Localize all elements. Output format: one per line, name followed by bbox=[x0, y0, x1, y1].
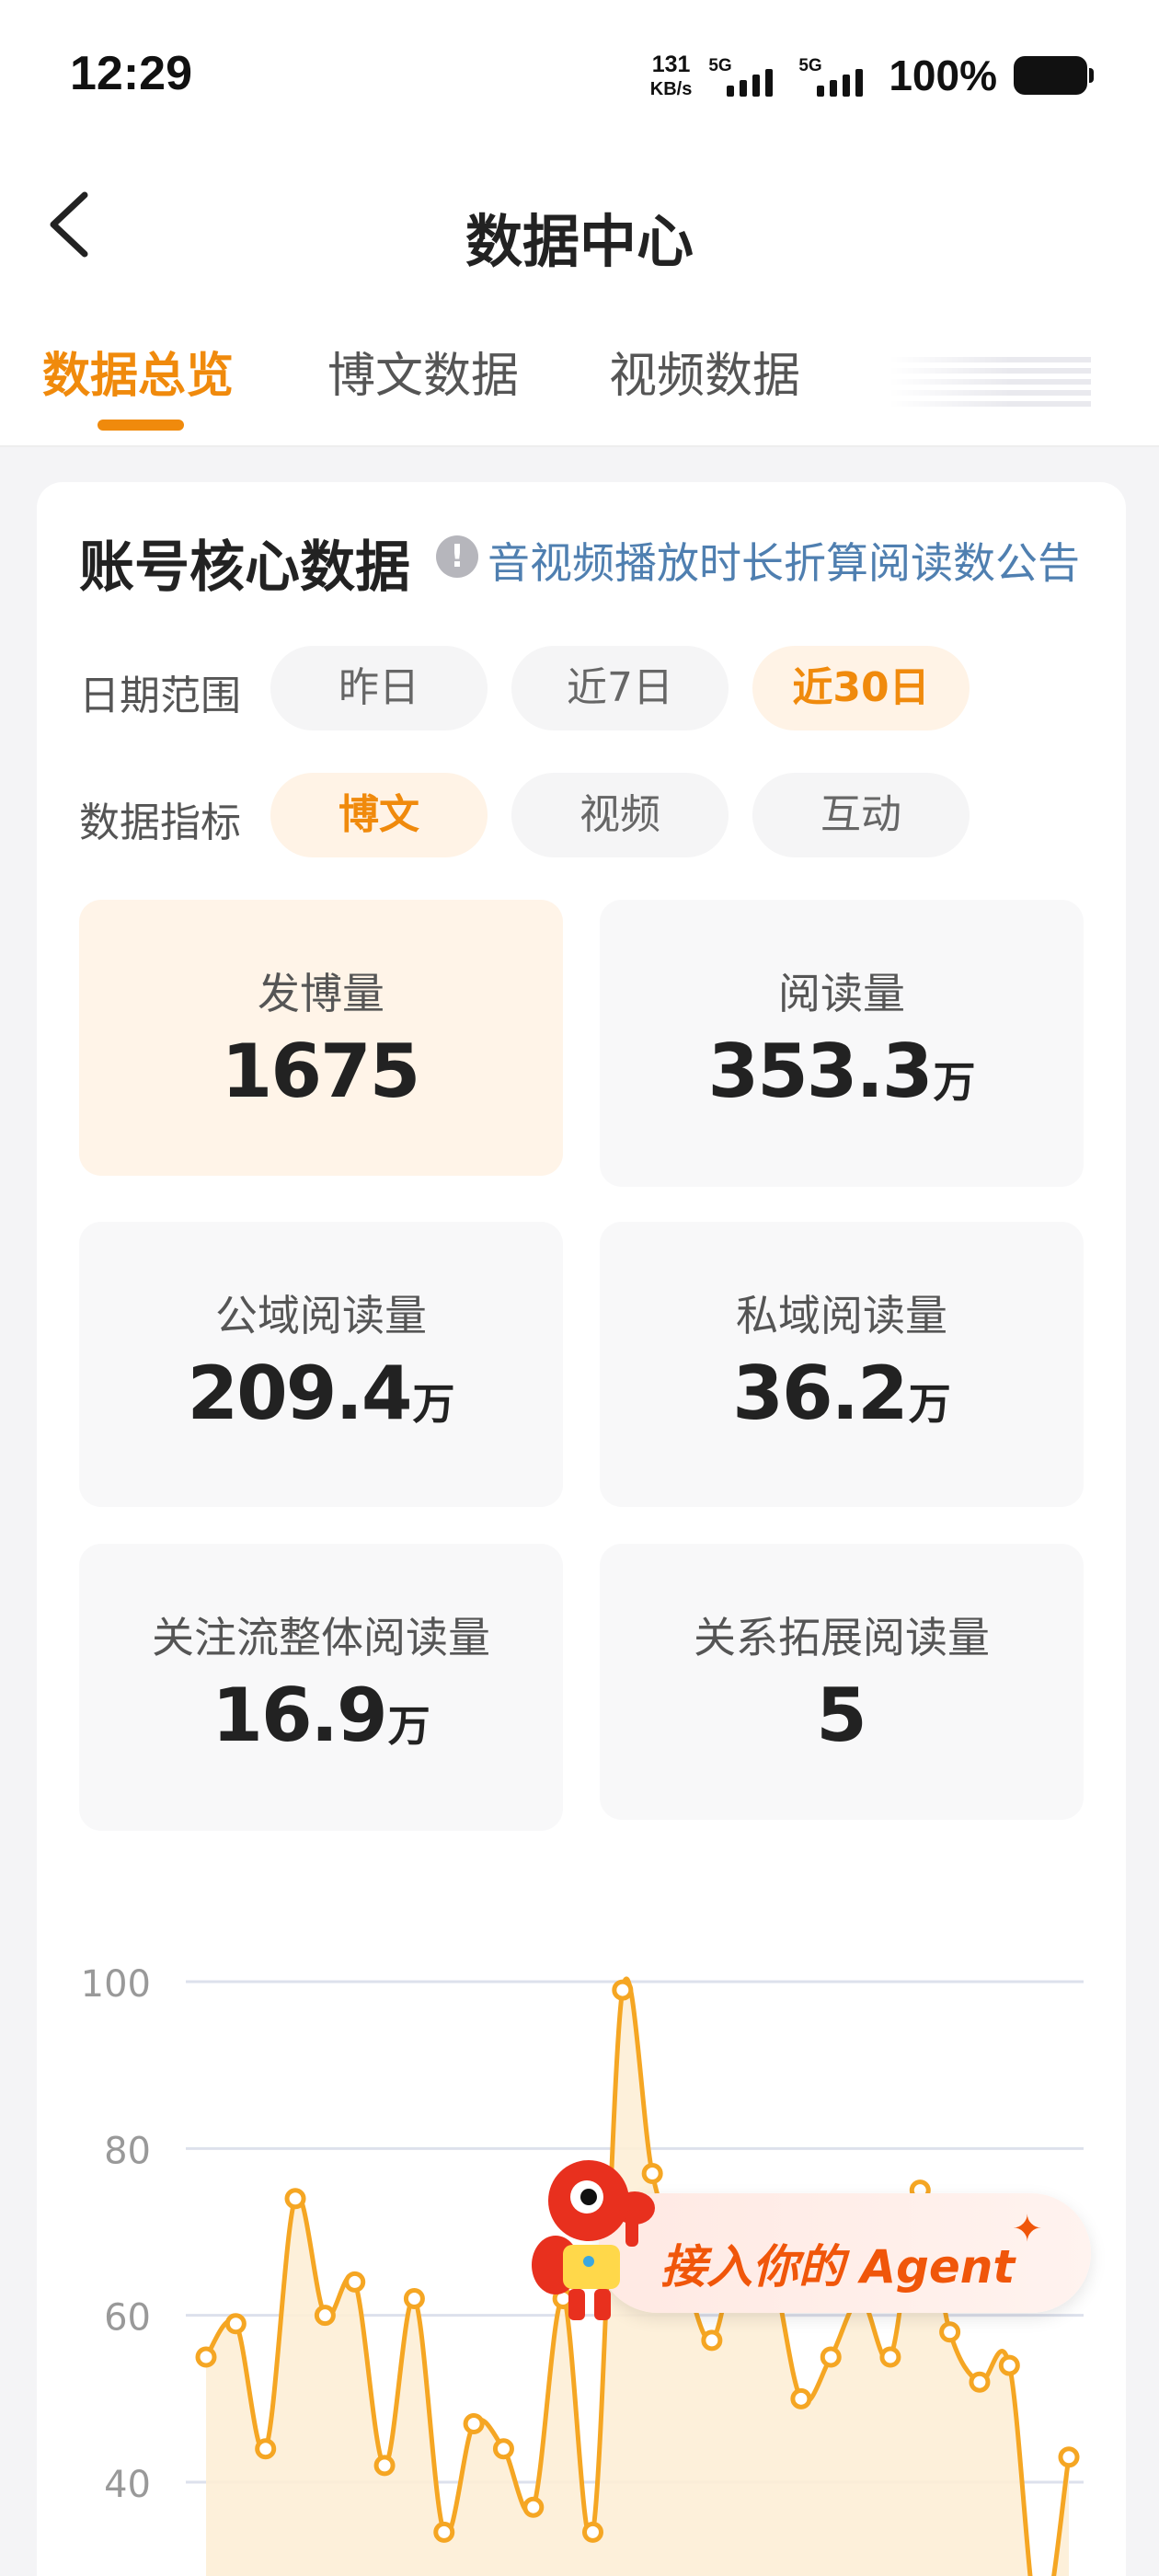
date-range-label: 日期范围 bbox=[79, 673, 241, 719]
network-speed-unit: KB/s bbox=[649, 78, 693, 99]
data-point[interactable] bbox=[255, 2438, 277, 2460]
data-point[interactable] bbox=[820, 2346, 842, 2368]
date-chip-7days[interactable]: 近7日 bbox=[511, 646, 729, 730]
y-tick-label: 100 bbox=[81, 1963, 151, 2006]
sparkle-icon: ✦ bbox=[1012, 2208, 1043, 2250]
stat-value: 16.9 bbox=[212, 1673, 387, 1758]
page-title: 数据中心 bbox=[465, 208, 694, 275]
battery-percent: 100% bbox=[889, 52, 997, 99]
stat-relation-reads[interactable]: 关系拓展阅读量 5 bbox=[600, 1544, 1084, 1820]
network-speed-value: 131 bbox=[651, 51, 691, 77]
tab-bar: 数据总览 博文数据 视频数据 bbox=[0, 304, 1159, 447]
tab-more-faded[interactable] bbox=[889, 357, 1091, 407]
metric-chip-video[interactable]: 视频 bbox=[511, 773, 729, 857]
y-tick-label: 40 bbox=[104, 2464, 151, 2506]
stat-label: 发博量 bbox=[258, 969, 384, 1018]
tab-video-data[interactable]: 视频数据 bbox=[609, 337, 800, 406]
stat-unit: 万 bbox=[908, 1379, 951, 1429]
date-chip-yesterday[interactable]: 昨日 bbox=[270, 646, 488, 730]
card-title: 账号核心数据 bbox=[79, 535, 410, 600]
agent-entry-button[interactable]: 接入你的 Agent ✦ bbox=[497, 2153, 1095, 2337]
battery-icon bbox=[1014, 56, 1094, 95]
metric-chip-posts[interactable]: 博文 bbox=[270, 773, 488, 857]
signal-icon: 5G bbox=[798, 51, 872, 100]
data-point[interactable] bbox=[224, 2313, 247, 2335]
data-point[interactable] bbox=[1058, 2446, 1080, 2468]
data-point[interactable] bbox=[344, 2271, 366, 2293]
stat-label: 私域阅读量 bbox=[736, 1291, 947, 1340]
stat-value: 36.2 bbox=[732, 1351, 908, 1436]
data-point[interactable] bbox=[463, 2413, 485, 2435]
data-point[interactable] bbox=[284, 2188, 306, 2210]
data-point[interactable] bbox=[403, 2288, 425, 2310]
data-point[interactable] bbox=[195, 2346, 217, 2368]
date-chip-30days[interactable]: 近30日 bbox=[752, 646, 970, 730]
tab-overview[interactable]: 数据总览 bbox=[42, 337, 234, 406]
stat-label: 公域阅读量 bbox=[215, 1291, 427, 1340]
status-bar: 12:29 131 KB/s 5G 5G 100% bbox=[0, 0, 1159, 147]
network-speed: 131 KB/s bbox=[649, 51, 693, 99]
stat-private-reads[interactable]: 私域阅读量 36.2万 bbox=[600, 1222, 1084, 1507]
y-tick-label: 60 bbox=[104, 2297, 151, 2340]
data-point[interactable] bbox=[790, 2387, 812, 2409]
info-icon[interactable]: ! bbox=[436, 535, 478, 578]
stat-unit: 万 bbox=[412, 1379, 455, 1429]
data-point[interactable] bbox=[314, 2305, 336, 2327]
lobster-mascot-icon bbox=[532, 2160, 655, 2320]
data-point[interactable] bbox=[969, 2371, 991, 2393]
stat-label: 关注流整体阅读量 bbox=[152, 1613, 490, 1662]
data-point[interactable] bbox=[612, 1979, 634, 2001]
data-point[interactable] bbox=[492, 2438, 514, 2460]
stat-post-count[interactable]: 发博量 1675 bbox=[79, 900, 563, 1176]
stat-follow-feed-reads[interactable]: 关注流整体阅读量 16.9万 bbox=[79, 1544, 563, 1831]
notice-link[interactable]: 音视频播放时长折算阅读数公告 bbox=[488, 530, 1080, 591]
status-icons: 131 KB/s 5G 5G 100% bbox=[649, 48, 1094, 103]
stat-value: 209.4 bbox=[187, 1351, 412, 1436]
stat-unit: 万 bbox=[933, 1057, 976, 1107]
agent-text: 接入你的 Agent bbox=[660, 2240, 1016, 2294]
tab-active-indicator bbox=[98, 420, 184, 431]
signal-icon: 5G bbox=[708, 51, 782, 100]
metric-label: 数据指标 bbox=[79, 799, 241, 846]
metric-chip-interaction[interactable]: 互动 bbox=[752, 773, 970, 857]
data-point[interactable] bbox=[581, 2521, 603, 2543]
nav-header: 数据中心 bbox=[0, 147, 1159, 304]
stat-value: 5 bbox=[816, 1673, 867, 1758]
data-point[interactable] bbox=[998, 2354, 1020, 2376]
tab-post-data[interactable]: 博文数据 bbox=[327, 337, 519, 406]
stat-label: 关系拓展阅读量 bbox=[694, 1613, 990, 1662]
stat-public-reads[interactable]: 公域阅读量 209.4万 bbox=[79, 1222, 563, 1507]
data-point[interactable] bbox=[879, 2346, 901, 2368]
data-point[interactable] bbox=[373, 2455, 396, 2477]
status-time: 12:29 bbox=[70, 47, 192, 100]
stat-label: 阅读量 bbox=[778, 969, 905, 1018]
data-point[interactable] bbox=[433, 2521, 455, 2543]
stat-unit: 万 bbox=[387, 1701, 430, 1751]
stat-value: 1675 bbox=[221, 1029, 421, 1114]
y-tick-label: 80 bbox=[104, 2130, 151, 2172]
data-point[interactable] bbox=[522, 2496, 545, 2518]
stat-value: 353.3 bbox=[707, 1029, 933, 1114]
stat-reads[interactable]: 阅读量 353.3万 bbox=[600, 900, 1084, 1187]
